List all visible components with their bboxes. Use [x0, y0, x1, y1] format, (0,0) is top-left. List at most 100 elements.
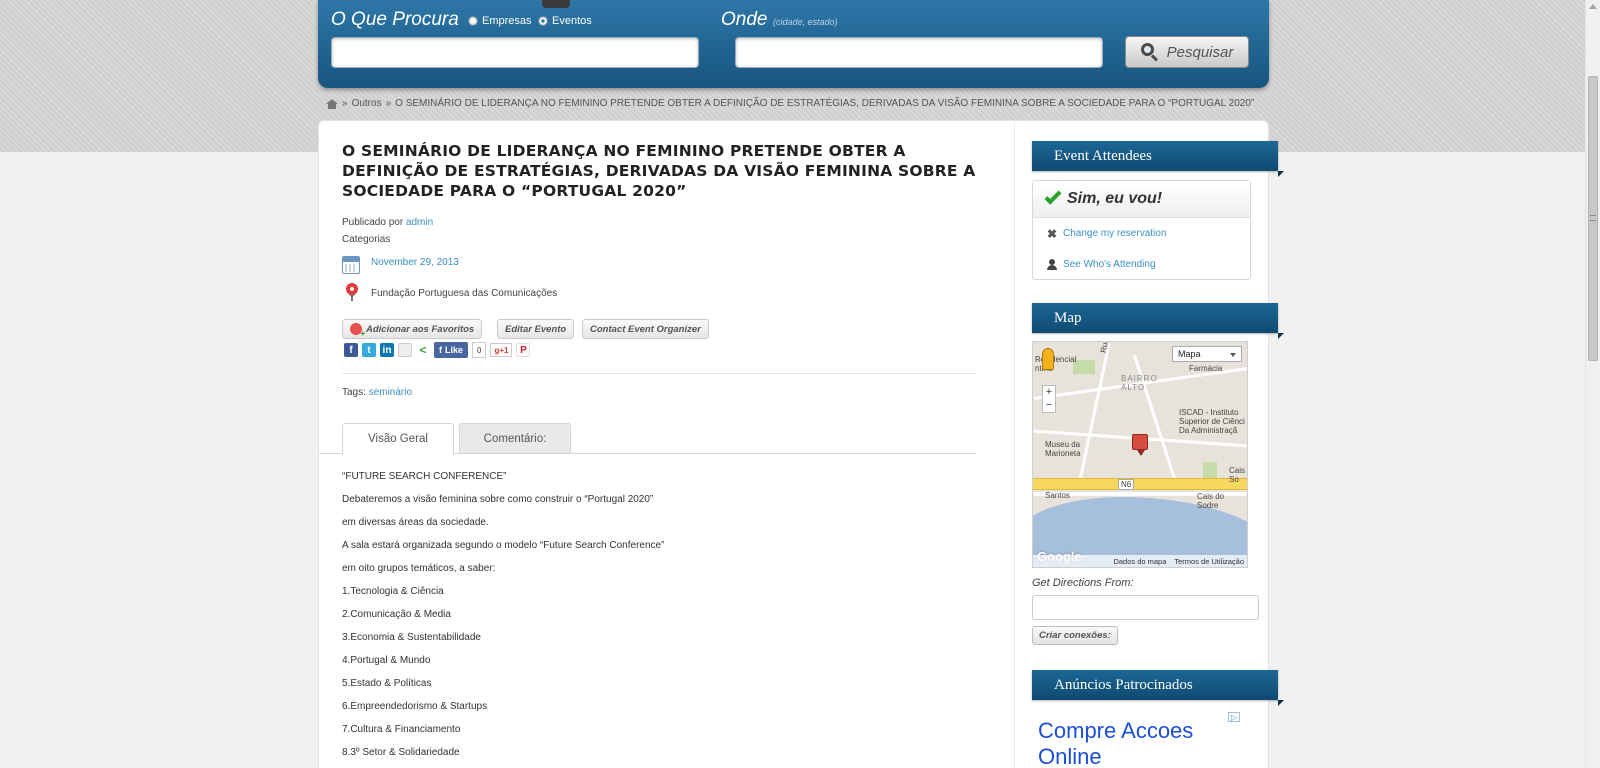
- body-line: 3.Economia & Sustentabilidade: [342, 632, 481, 643]
- see-attending-link[interactable]: See Who's Attending: [1063, 259, 1156, 270]
- search-button-label: Pesquisar: [1166, 43, 1234, 61]
- add-favorites-label: Adicionar aos Favoritos: [366, 323, 475, 335]
- contact-organizer-label: Contact Event Organizer: [590, 323, 701, 335]
- scroll-grip-icon: [1590, 215, 1596, 221]
- breadcrumb-sep: »: [342, 98, 348, 109]
- map-terms-link[interactable]: Termos de Utilização: [1174, 557, 1244, 566]
- where-input[interactable]: [735, 37, 1103, 68]
- body-line: “FUTURE SEARCH CONFERENCE”: [342, 471, 507, 482]
- email-share-icon[interactable]: [398, 343, 412, 357]
- check-icon: [1044, 187, 1062, 205]
- post-body: “FUTURE SEARCH CONFERENCE” Debateremos a…: [342, 471, 664, 768]
- what-label: O Que Procura: [331, 9, 459, 30]
- location-pin-stem: [351, 293, 353, 301]
- ads-widget-title: Anúncios Patrocinados: [1032, 670, 1284, 706]
- map-type-select[interactable]: Mapa: [1172, 346, 1242, 362]
- home-icon[interactable]: [326, 98, 338, 109]
- attendees-widget-title: Event Attendees: [1032, 141, 1284, 177]
- share-icon[interactable]: <: [416, 343, 430, 357]
- header-notch: [542, 0, 570, 8]
- post-title: O SEMINÁRIO DE LIDERANÇA NO FEMININO PRE…: [342, 142, 976, 200]
- body-line: 4.Portugal & Mundo: [342, 655, 431, 666]
- edit-event-button[interactable]: Editar Evento: [497, 319, 575, 339]
- body-line: A sala estará organizada segundo o model…: [342, 540, 665, 551]
- linkedin-share-icon[interactable]: in: [380, 343, 394, 357]
- breadcrumb-current: O SEMINÁRIO DE LIDERANÇA NO FEMININO PRE…: [395, 98, 1255, 109]
- main-column: O SEMINÁRIO DE LIDERANÇA NO FEMININO PRE…: [319, 121, 1015, 768]
- where-hint: (cidade, estado): [773, 17, 838, 27]
- body-line: Debateremos a visão feminina sobre como …: [342, 494, 654, 505]
- directions-input[interactable]: [1032, 595, 1259, 620]
- search-panel: O Que Procura Empresas Eventos Onde (cid…: [318, 0, 1269, 88]
- attendees-box: Sim, eu vou! ✖ Change my reservation See…: [1032, 180, 1251, 280]
- radio-icon[interactable]: [538, 16, 548, 26]
- what-input[interactable]: [331, 37, 699, 68]
- attending-status: Sim, eu vou!: [1033, 181, 1250, 218]
- map-label-cais-sodre: Cais do Sodre: [1197, 492, 1225, 510]
- published-by-label: Publicado por: [342, 217, 404, 228]
- map-label-museu: Museu da Marioneta: [1045, 440, 1081, 458]
- map[interactable]: Residencial ntina Rua Paz Farmácia BAIRR…: [1032, 341, 1248, 568]
- change-reservation-row[interactable]: ✖ Change my reservation: [1033, 218, 1250, 249]
- radio-empresas-label: Empresas: [482, 15, 532, 27]
- ad-link[interactable]: Compre Accoes Online: [1038, 718, 1228, 768]
- tags-label: Tags:: [342, 387, 366, 398]
- map-label-cais: Cais So: [1229, 466, 1246, 484]
- scroll-thumb[interactable]: [1588, 76, 1598, 361]
- map-data-link[interactable]: Dados do mapa: [1113, 557, 1166, 566]
- map-footer: Dados do mapa Termos de Utilização: [1033, 555, 1247, 567]
- scroll-up-icon[interactable]: [1589, 4, 1597, 9]
- google-plus-button[interactable]: g+1: [490, 343, 513, 357]
- radio-eventos-label: Eventos: [552, 15, 592, 27]
- zoom-control[interactable]: + −: [1042, 385, 1056, 413]
- calendar-icon: [342, 256, 360, 274]
- ad-choices-icon[interactable]: ▷: [1228, 712, 1240, 722]
- breadcrumb-category[interactable]: Outros: [352, 98, 382, 109]
- directions-button[interactable]: Criar conexões:: [1032, 626, 1118, 645]
- body-line: em diversas áreas da sociedade.: [342, 517, 489, 528]
- radio-eventos[interactable]: Eventos: [538, 15, 592, 27]
- search-button[interactable]: Pesquisar: [1125, 36, 1249, 68]
- divider: [342, 373, 976, 374]
- body-line: 6.Empreendedorismo & Startups: [342, 701, 488, 712]
- share-row: f t in < f Like 0 g+1 P: [344, 341, 531, 359]
- contact-organizer-button[interactable]: Contact Event Organizer: [582, 319, 709, 339]
- radio-empresas[interactable]: Empresas: [468, 15, 532, 27]
- tag-link[interactable]: seminário: [369, 387, 412, 398]
- map-label-bairro-alto: BAIRRO ALTO: [1121, 374, 1158, 392]
- map-label-iscad: ISCAD - Instituto Superior de Ciênci Da …: [1179, 408, 1245, 435]
- author-link[interactable]: admin: [406, 217, 433, 228]
- event-date[interactable]: November 29, 2013: [371, 257, 459, 268]
- tab-comentario[interactable]: Comentário:: [459, 423, 571, 454]
- see-attending-row[interactable]: See Who's Attending: [1033, 249, 1250, 280]
- facebook-share-icon[interactable]: f: [344, 343, 358, 357]
- twitter-share-icon[interactable]: t: [362, 343, 376, 357]
- where-label: Onde: [721, 9, 768, 30]
- change-reservation-link[interactable]: Change my reservation: [1063, 228, 1166, 239]
- tags: Tags: seminário: [342, 387, 412, 398]
- published-by: Publicado por admin: [342, 217, 433, 228]
- radio-icon[interactable]: [468, 16, 478, 26]
- user-icon: [1047, 259, 1057, 270]
- tab-visao-geral[interactable]: Visão Geral: [342, 423, 454, 455]
- street-view-pegman-icon[interactable]: [1042, 348, 1054, 370]
- pinterest-icon[interactable]: P: [516, 343, 531, 357]
- page-scrollbar[interactable]: [1585, 0, 1600, 768]
- search-icon: [1140, 43, 1159, 62]
- heart-icon: [350, 323, 365, 338]
- map-label-rua-paz: Rua Paz: [1099, 342, 1113, 354]
- body-line: em oito grupos temáticos, a saber:: [342, 563, 496, 574]
- column-divider: [1014, 121, 1015, 768]
- map-marker-icon[interactable]: [1132, 434, 1148, 456]
- body-line: 7.Cultura & Financiamento: [342, 724, 461, 735]
- categories-label: Categorias: [342, 234, 391, 245]
- body-line: 8.3º Setor & Solidariedade: [342, 747, 460, 758]
- like-count: 0: [472, 342, 487, 358]
- map-label-santos: Santos: [1045, 491, 1070, 500]
- directions-label: Get Directions From:: [1032, 577, 1134, 589]
- body-line: 2.Comunicação & Media: [342, 609, 451, 620]
- add-favorites-button[interactable]: Adicionar aos Favoritos: [342, 319, 483, 339]
- edit-event-label: Editar Evento: [505, 323, 567, 335]
- event-location: Fundação Portuguesa das Comunicações: [371, 288, 558, 299]
- facebook-like-button[interactable]: f Like: [434, 342, 469, 358]
